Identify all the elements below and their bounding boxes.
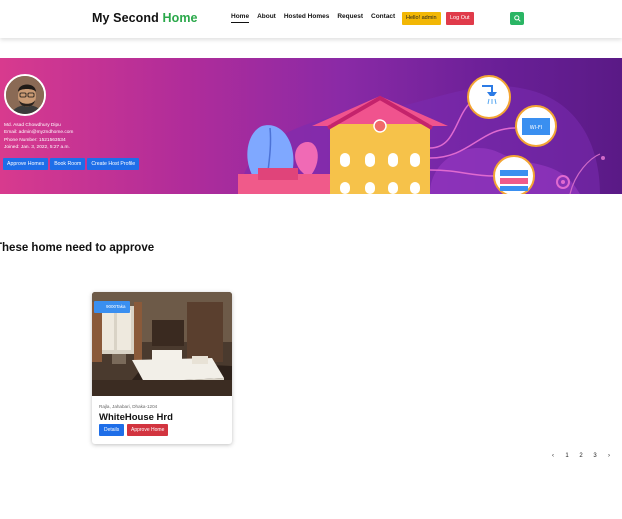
nav-about[interactable]: About <box>257 13 276 23</box>
nav-hosted-homes[interactable]: Hosted Homes <box>284 13 330 23</box>
main-nav: Home About Hosted Homes Request Contact <box>231 13 395 23</box>
brand-logo[interactable]: My Second Home <box>92 11 198 25</box>
pagination-next-icon[interactable]: › <box>602 453 616 459</box>
details-button[interactable]: Details <box>99 424 125 436</box>
nav-contact[interactable]: Contact <box>371 13 395 23</box>
profile-name: Md. Asad Chowdhury Dipu <box>4 123 61 128</box>
profile-actions: Approve Homes Book Room Create Host Prof… <box>3 158 140 170</box>
search-button[interactable] <box>510 12 524 25</box>
pagination: ‹ 1 2 3 › <box>546 453 616 459</box>
price-badge: 9000Taka <box>94 301 130 313</box>
profile-info: Md. Asad Chowdhury Dipu Email: admin@my2… <box>4 122 73 152</box>
logout-button[interactable]: Log Out <box>446 12 474 25</box>
pagination-page-2[interactable]: 2 <box>574 453 588 459</box>
profile-email: Email: admin@my2ndhome.com <box>4 130 74 136</box>
approve-homes-button[interactable]: Approve Homes <box>3 158 49 170</box>
approve-home-button[interactable]: Approve Home <box>127 424 169 436</box>
create-host-profile-button[interactable]: Create Host Profile <box>87 158 140 170</box>
search-icon <box>513 15 521 22</box>
section-title: These home need to approve <box>0 242 155 254</box>
avatar <box>4 74 46 116</box>
svg-text:WI-FI: WI-FI <box>530 125 543 131</box>
profile-banner: WI-FI Md. Asad Chowdhury Dipu Email: adm… <box>0 58 622 194</box>
banner-illustration: WI-FI <box>238 75 605 194</box>
pagination-prev-icon[interactable]: ‹ <box>546 453 560 459</box>
nav-request[interactable]: Request <box>337 13 363 23</box>
home-location: Rajla, Jahabari, Dhaka-1204 <box>99 404 158 409</box>
brand-name: My Second <box>92 11 163 25</box>
home-card: 9000Taka Rajla, Jahabari, Dhaka-1204 Whi… <box>92 292 232 444</box>
brand-name-accent: Home <box>162 11 198 25</box>
hello-admin-button[interactable]: Hello! admin <box>402 12 441 25</box>
pagination-page-3[interactable]: 3 <box>588 453 602 459</box>
profile-phone: Phone Number: 1521563534 <box>4 137 66 143</box>
profile-joined: Joined: Jan. 3, 2022, 5:27 a.m. <box>4 145 70 151</box>
navbar: My Second Home Home About Hosted Homes R… <box>0 0 622 38</box>
pagination-page-1[interactable]: 1 <box>560 453 574 459</box>
nav-home[interactable]: Home <box>231 13 250 23</box>
home-title: WhiteHouse Hrd <box>99 412 173 423</box>
book-room-button[interactable]: Book Room <box>50 158 86 170</box>
